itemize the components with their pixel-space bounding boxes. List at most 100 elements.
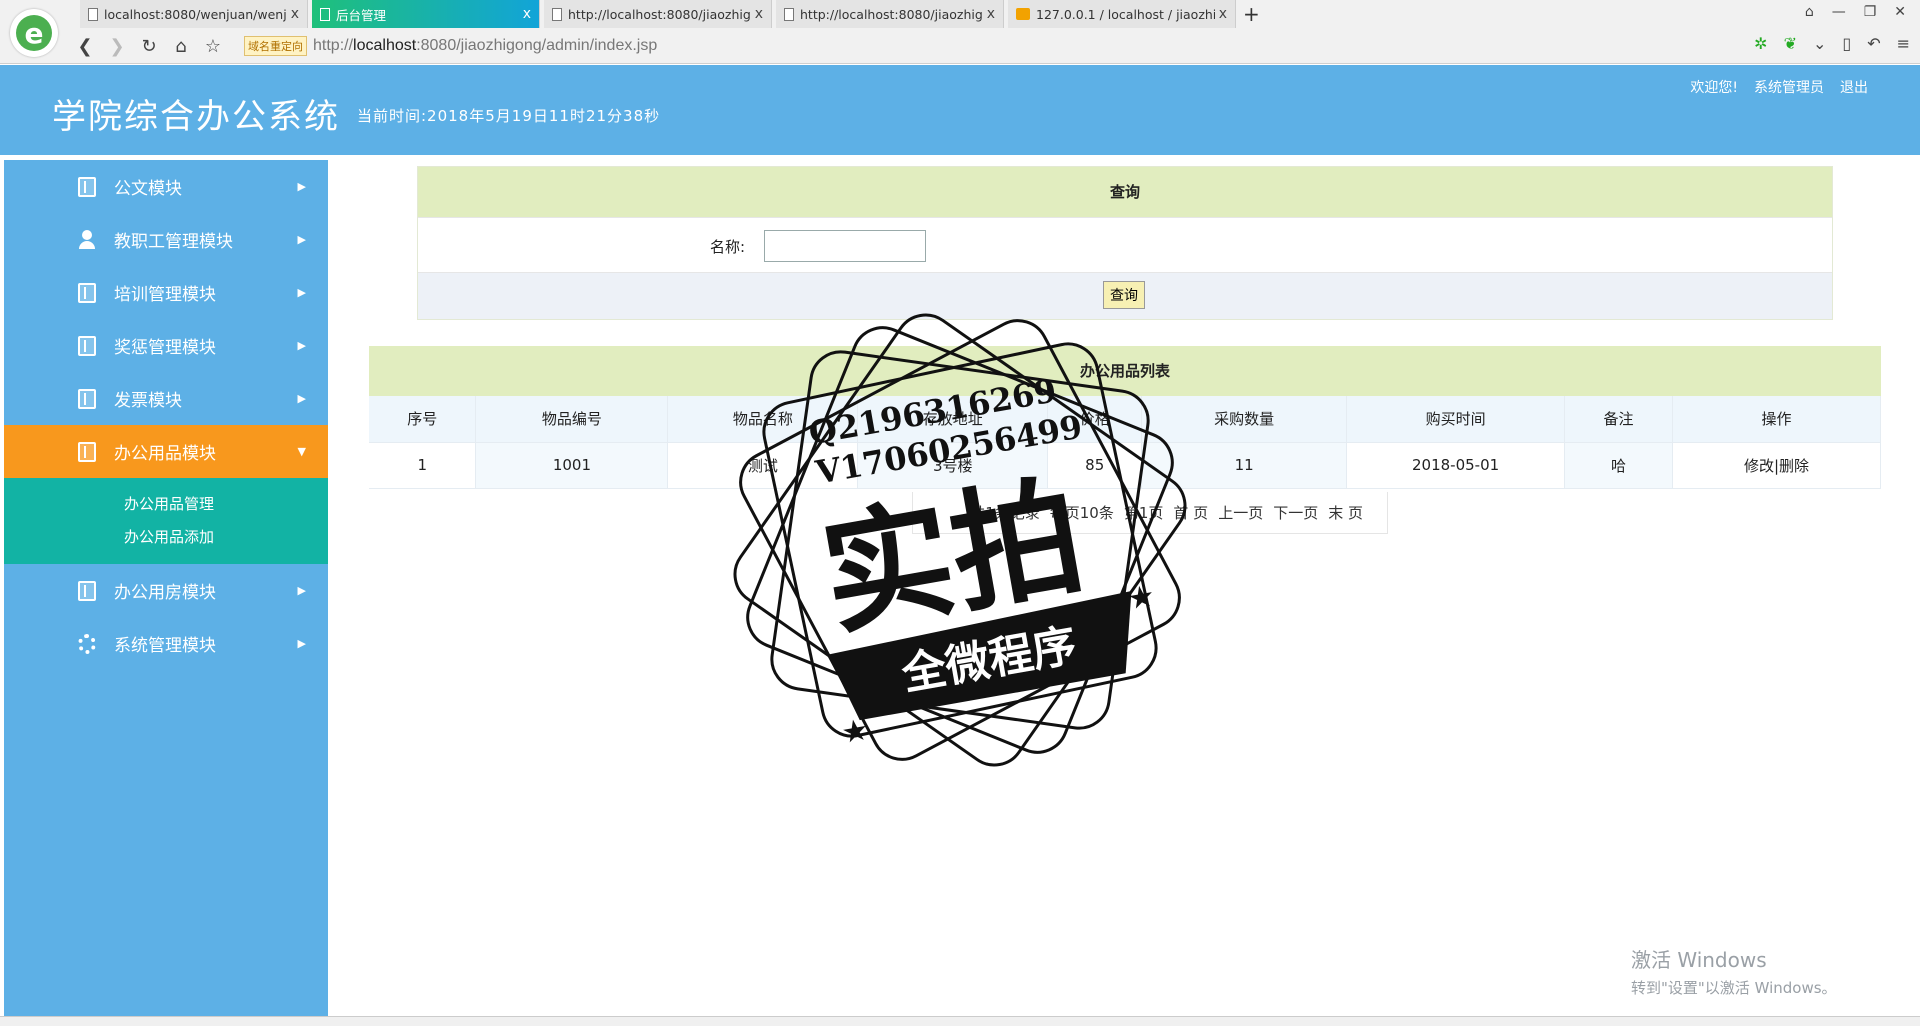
stamp-star-icon: ★ [839,712,872,751]
last-page-link[interactable]: 末 页 [1328,502,1363,523]
chevron-right-icon: ▶ [297,637,306,650]
book-icon [78,389,96,409]
menu-icon[interactable]: ≡ [1897,34,1910,53]
table-cell: 85 [1047,442,1143,489]
doc-icon [784,7,794,21]
forward-icon[interactable]: ❯ [102,31,132,61]
windows-activation-notice: 激活 Windows 转到"设置"以激活 Windows。 [1631,944,1837,998]
activation-line1: 激活 Windows [1631,948,1767,972]
record-count: 共1条记录 [970,504,1040,522]
office-supplies-list: 办公用品列表 序号 物品编号 物品名称 存放地址 价格 采购数量 购买时间 备注 操作 1 100… [369,346,1881,489]
redirect-badge[interactable]: 域名重定向 [244,36,307,56]
star-icon[interactable]: ☆ [198,31,228,61]
browser-logo[interactable]: e [10,9,58,57]
sidebar-item[interactable]: 发票模块 ▶ [4,372,328,425]
column-header: 价格 [1047,396,1143,443]
next-page-link[interactable]: 下一页 [1273,502,1318,523]
browser-tools: ✲ ❦ ⌄ ▯ ↶ ≡ [1754,34,1910,53]
reload-icon[interactable]: ↻ [134,31,164,61]
tab-close-icon[interactable]: x [755,6,763,22]
address-suffix: :8080/jiaozhigong/admin/index.jsp [416,37,658,54]
column-header: 备注 [1564,396,1673,443]
edit-link[interactable]: 修改 [1744,457,1774,475]
new-tab-button[interactable]: + [1243,2,1260,26]
column-header: 存放地址 [857,396,1049,443]
window-controls: ⌂ — ❐ ✕ [1805,4,1906,20]
home-icon[interactable]: ⌂ [166,31,196,61]
welcome-text: 欢迎您! [1690,80,1738,96]
column-header: 操作 [1672,396,1881,443]
submenu-item[interactable]: 办公用品添加 [4,521,328,554]
logout-link[interactable]: 退出 [1840,77,1868,97]
browser-tab[interactable]: http://localhost:8080/jiaozhig x [776,0,1004,28]
name-label: 名称: [710,238,746,256]
user-area: 欢迎您! 系统管理员 退出 [1690,77,1868,97]
sidebar-item-label: 公文模块 [114,179,182,199]
browser-tab-label: http://localhost:8080/jiaozhig [800,6,983,22]
sidebar-item-label: 办公用品模块 [114,444,216,464]
undo-icon[interactable]: ↶ [1867,34,1880,53]
pagination: 共1条记录 每页10条 第1页 首 页 上一页 下一页 末 页 [912,492,1388,534]
browser-logo-icon: e [16,15,52,51]
sidebar-item[interactable]: 培训管理模块 ▶ [4,266,328,319]
address-host: localhost [353,37,417,54]
table-cell: 测试 [667,442,859,489]
browser-status-bar [0,1016,1920,1026]
reader-icon[interactable]: ▯ [1842,34,1851,53]
name-input[interactable] [764,230,926,262]
list-title: 办公用品列表 [369,346,1881,396]
sidebar-item[interactable]: 办公用房模块 ▶ [4,564,328,617]
tab-close-icon[interactable]: x [987,6,995,22]
leaf-icon[interactable]: ❦ [1784,34,1797,53]
minimize-icon[interactable]: — [1832,4,1846,20]
sidebar-item[interactable]: 教职工管理模块 ▶ [4,213,328,266]
skin-icon[interactable]: ⌂ [1805,4,1814,20]
book-icon [78,336,96,356]
doc-icon [88,7,98,21]
extension-icon[interactable]: ✲ [1754,34,1767,53]
chevron-right-icon: ▶ [297,339,306,352]
browser-tab-label: 后台管理 [336,7,387,23]
supplies-table: 序号 物品编号 物品名称 存放地址 价格 采购数量 购买时间 备注 操作 1 1001 测试 3号楼 8… [369,396,1881,489]
delete-link[interactable]: 删除 [1779,457,1809,475]
restore-icon[interactable]: ❐ [1864,4,1877,20]
sidebar-item[interactable]: 办公用品模块 ▼ [4,425,328,478]
column-header: 采购数量 [1141,396,1348,443]
submenu-item[interactable]: 办公用品管理 [4,488,328,521]
close-window-icon[interactable]: ✕ [1894,4,1906,20]
back-icon[interactable]: ❮ [70,31,100,61]
sidebar-item[interactable]: 奖惩管理模块 ▶ [4,319,328,372]
app-header: 学院综合办公系统 当前时间:2018年5月19日11时21分38秒 欢迎您! 系… [0,65,1920,155]
sidebar-item[interactable]: 公文模块 ▶ [4,160,328,213]
column-header: 序号 [369,396,477,443]
browser-tab[interactable]: http://localhost:8080/jiaozhig x [544,0,772,28]
chevron-down-icon: ▼ [297,445,306,458]
tab-close-icon[interactable]: x [523,6,531,22]
page-info: 第1页 [1123,504,1164,522]
table-cell: 2018-05-01 [1346,442,1566,489]
column-header: 物品名称 [667,396,859,443]
browser-tab[interactable]: 后台管理 x [312,0,540,28]
navigation-bar: ❮ ❯ ↻ ⌂ ☆ 域名重定向 http://localhost:8080/ji… [70,30,1920,62]
app-title: 学院综合办公系统 [52,97,340,137]
user-icon [78,230,96,250]
browser-tab-label: localhost:8080/wenjuan/wenju [104,6,287,22]
table-header-row: 序号 物品编号 物品名称 存放地址 价格 采购数量 购买时间 备注 操作 [369,396,1881,443]
browser-tab[interactable]: 127.0.0.1 / localhost / jiaozhi x [1008,0,1236,28]
sidebar-item-label: 办公用房模块 [114,583,216,603]
stamp-star-icon: ★ [1125,578,1158,617]
tab-strip: localhost:8080/wenjuan/wenju x 后台管理 x http:/… [80,0,1920,28]
sidebar-item[interactable]: 系统管理模块 ▶ [4,617,328,670]
tab-close-icon[interactable]: x [1219,6,1227,22]
address-bar[interactable]: http://localhost:8080/jiaozhigong/admin/… [313,37,657,55]
dropdown-icon[interactable]: ⌄ [1813,34,1826,53]
prev-page-link[interactable]: 上一页 [1218,502,1263,523]
submenu: 办公用品管理 办公用品添加 [4,478,328,564]
tab-close-icon[interactable]: x [291,6,299,22]
chevron-right-icon: ▶ [297,233,306,246]
doc-icon [320,7,330,21]
browser-tab[interactable]: localhost:8080/wenjuan/wenju x [80,0,308,28]
first-page-link[interactable]: 首 页 [1173,502,1208,523]
query-button[interactable]: 查询 [1103,281,1145,309]
sidebar-item-label: 系统管理模块 [114,636,216,656]
